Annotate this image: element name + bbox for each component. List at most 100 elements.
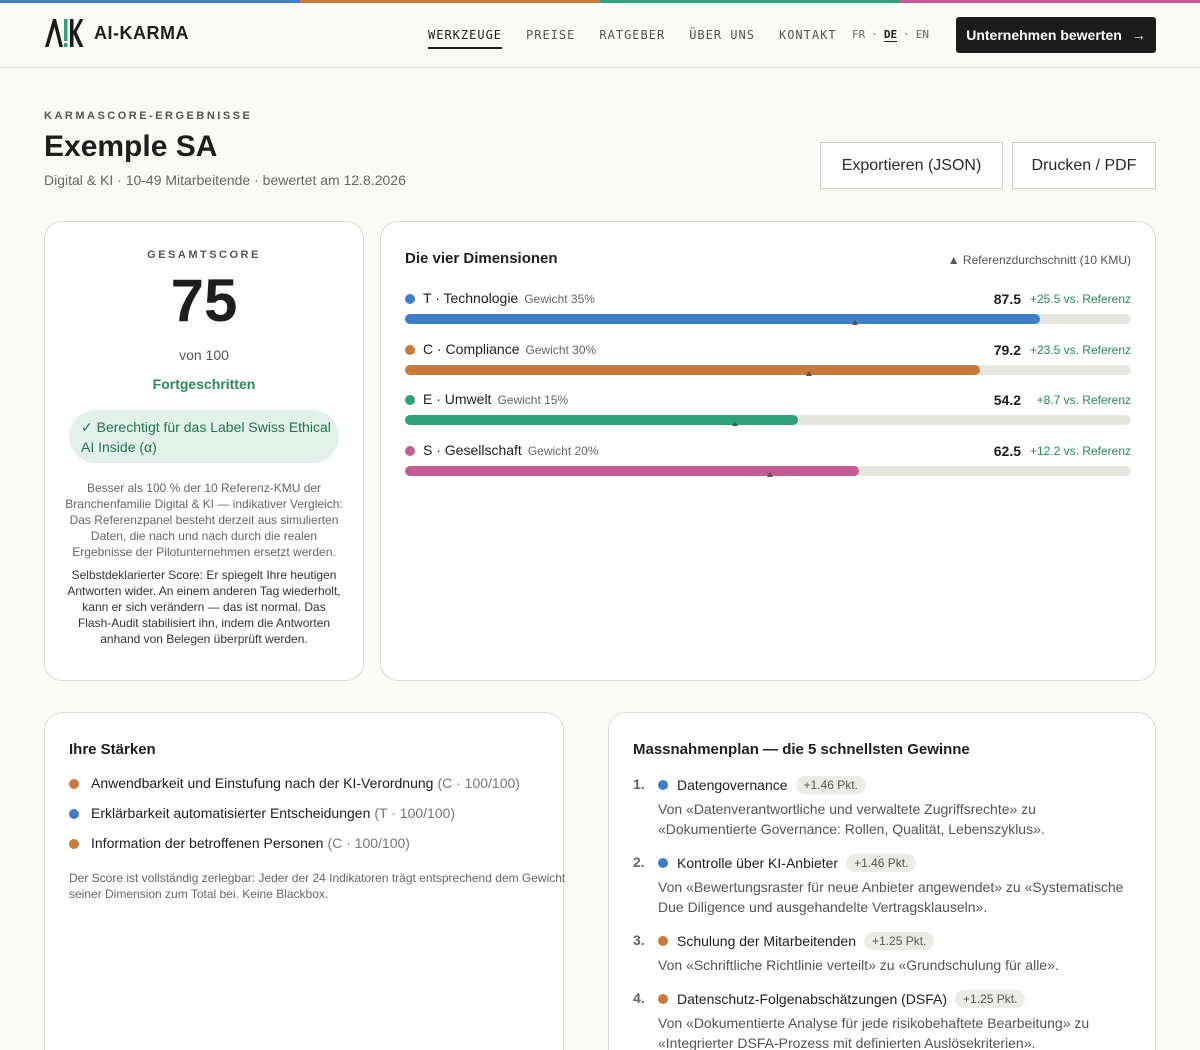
action-number: 2. [633, 854, 645, 870]
site-header: AI-KARMA WERKZEUGE PREISE RATGEBER ÜBER … [0, 3, 1200, 68]
action-label: Schulung der Mitarbeitenden [677, 933, 857, 949]
self-declared-disclaimer: Selbstdeklarierter Score: Er spiegelt Ih… [67, 568, 341, 646]
dimensions-card: Die vier Dimensionen ▲ Referenzdurchschn… [380, 221, 1156, 681]
dimension-row-gesellschaft: S · Gesellschaft Gewicht 20% 62.5 +12.2 v… [405, 441, 1131, 481]
dimension-bar-fill [405, 314, 1041, 324]
page-title: Exemple SA [44, 130, 218, 163]
dimension-bar-track [405, 415, 1131, 426]
print-pdf-button[interactable]: Drucken / PDF [1012, 142, 1156, 189]
strength-meta: (C · 100/100) [327, 835, 410, 851]
dimension-score: 62.5 [993, 443, 1021, 459]
dimension-score: 79.2 [993, 342, 1021, 358]
export-json-button[interactable]: Exportieren (JSON) [820, 142, 1003, 189]
dimension-delta: +23.5 vs. Referenz [1029, 343, 1131, 357]
list-item: 3. Schulung der Mitarbeitenden +1.25 Pkt… [633, 931, 1133, 975]
dimensions-title: Die vier Dimensionen [405, 250, 558, 267]
list-item: 2. Kontrolle über KI-Anbieter +1.46 Pkt.… [633, 853, 1133, 917]
benchmark-note: Besser als 100 % der 10 Referenz-KMU der… [65, 481, 343, 559]
action-dot [658, 858, 668, 868]
action-description: Von «Schriftliche Richtlinie verteilt» z… [658, 957, 1059, 973]
rate-company-label: Unternehmen bewerten [966, 27, 1122, 43]
nav-item-ratgeber[interactable]: RATGEBER [599, 28, 665, 49]
strength-dot [69, 779, 79, 789]
page-subtitle: Digital & KI · 10-49 Mitarbeitende · bew… [44, 172, 406, 188]
action-plan-card: Massnahmenplan — die 5 schnellsten Gewin… [608, 712, 1156, 1050]
list-item: Erklärbarkeit automatisierter Entscheidu… [69, 805, 549, 835]
dimension-dot [405, 395, 415, 405]
main-nav: WERKZEUGE PREISE RATGEBER ÜBER UNS KONTA… [428, 28, 861, 49]
logo[interactable]: AI-KARMA [44, 17, 189, 49]
total-score-value: 75 [170, 267, 238, 334]
action-plan-list: 1. Datengovernance +1.46 Pkt. Von «Daten… [633, 775, 1133, 1050]
strength-label: Information der betroffenen Personen [91, 835, 324, 851]
dimension-row-technologie: T · Technologie Gewicht 35% 87.5 +25.5 vs… [405, 289, 1131, 329]
strength-label: Erklärbarkeit automatisierter Entscheidu… [91, 805, 371, 821]
strengths-card: Ihre Stärken Anwendbarkeit und Einstufun… [44, 712, 565, 1050]
points-badge: +1.25 Pkt. [864, 932, 935, 950]
arrow-right-icon: → [1131, 27, 1146, 43]
dimension-row-umwelt: E · Umwelt Gewicht 15% 54.2 +8.7 vs. Refe… [405, 390, 1131, 430]
nav-item-werkzeuge[interactable]: WERKZEUGE [428, 28, 503, 49]
strength-label: Anwendbarkeit und Einstufung nach der KI… [91, 775, 434, 791]
action-number: 3. [633, 932, 645, 948]
language-switcher: FR · DE · EN [849, 28, 932, 42]
action-description: Von «Dokumentierte Analyse für jede risi… [658, 1015, 1090, 1050]
action-description: Von «Bewertungsraster für neue Anbieter … [658, 879, 1124, 915]
total-score-max: von 100 [179, 347, 229, 363]
dimension-delta: +8.7 vs. Referenz [1036, 393, 1131, 407]
lang-de[interactable]: DE [883, 28, 898, 42]
nav-item-kontakt[interactable]: KONTAKT [779, 28, 837, 49]
action-number: 4. [633, 990, 645, 1006]
lang-separator: · [903, 28, 910, 41]
dimension-dot [405, 446, 415, 456]
strengths-list: Anwendbarkeit und Einstufung nach der KI… [69, 775, 549, 865]
dimension-bar-track [405, 365, 1131, 376]
strength-dot [69, 839, 79, 849]
points-badge: +1.25 Pkt. [955, 990, 1026, 1008]
dimension-name: T · Technologie [423, 290, 519, 306]
action-label: Kontrolle über KI-Anbieter [677, 855, 839, 871]
maturity-level: Fortgeschritten [152, 376, 256, 392]
dimension-weight: Gewicht 20% [527, 444, 599, 458]
lang-separator: · [871, 28, 878, 41]
list-item: 4. Datenschutz-Folgenabschätzungen (DSFA… [633, 989, 1133, 1050]
page-eyebrow: KARMASCORE-ERGEBNISSE [44, 110, 253, 122]
strengths-title: Ihre Stärken [69, 741, 156, 758]
dimension-name: S · Gesellschaft [423, 442, 522, 458]
action-plan-title: Massnahmenplan — die 5 schnellsten Gewin… [633, 741, 970, 758]
strength-dot [69, 809, 79, 819]
rate-company-button[interactable]: Unternehmen bewerten → [956, 17, 1156, 53]
reference-legend: ▲ Referenzdurchschnitt (10 KMU) [947, 253, 1131, 267]
dimension-bar-fill [405, 415, 799, 425]
dimension-bar-fill [405, 466, 859, 476]
reference-marker [806, 371, 813, 376]
dimension-delta: +25.5 vs. Referenz [1029, 292, 1131, 306]
nav-item-preise[interactable]: PREISE [526, 28, 575, 49]
brand-name: AI-KARMA [94, 22, 189, 43]
action-label: Datengovernance [677, 777, 788, 793]
total-score-card: GESAMTSCORE 75 von 100 Fortgeschritten ✓… [44, 221, 364, 681]
nav-item-ueber-uns[interactable]: ÜBER UNS [689, 28, 755, 49]
strength-meta: (T · 100/100) [374, 805, 456, 821]
reference-marker [852, 320, 859, 325]
dimension-name: C · Compliance [423, 341, 520, 357]
dimension-dot [405, 294, 415, 304]
dimension-delta: +12.2 vs. Referenz [1029, 444, 1131, 458]
aik-logo-icon [45, 19, 84, 47]
strength-meta: (C · 100/100) [437, 775, 520, 791]
dimension-bar-track [405, 314, 1131, 325]
list-item: Information der betroffenen Personen (C … [69, 835, 549, 865]
dimension-bar-fill [405, 365, 980, 375]
reference-marker [732, 421, 739, 426]
dimension-weight: Gewicht 15% [497, 393, 569, 407]
dimension-dot [405, 345, 415, 355]
lang-fr[interactable]: FR [852, 28, 865, 42]
dimension-score: 87.5 [993, 291, 1021, 307]
dimension-weight: Gewicht 30% [525, 343, 597, 357]
lang-en[interactable]: EN [916, 28, 929, 42]
list-item: 1. Datengovernance +1.46 Pkt. Von «Daten… [633, 775, 1133, 839]
strengths-footnote: Der Score ist vollständig zerlegbar: Jed… [69, 871, 566, 901]
action-description: Von «Datenverantwortliche und verwaltete… [658, 801, 1045, 837]
list-item: Anwendbarkeit und Einstufung nach der KI… [69, 775, 549, 805]
action-dot [658, 780, 668, 790]
